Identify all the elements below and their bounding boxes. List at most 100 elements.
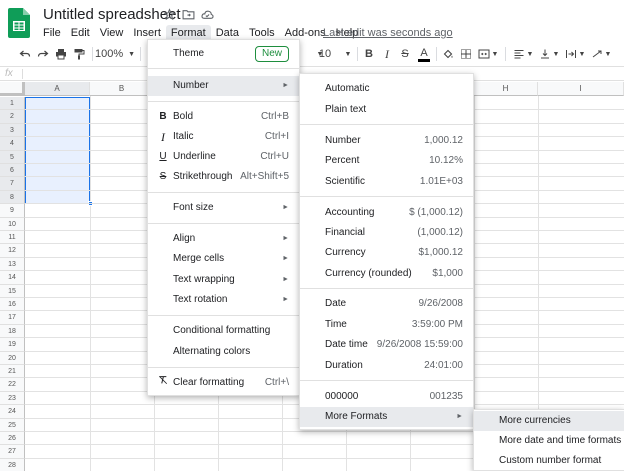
column-header-b[interactable]: B <box>90 82 154 96</box>
sheets-logo-icon[interactable] <box>8 8 30 38</box>
row-header[interactable]: 24 <box>0 405 25 419</box>
menu-item-bold[interactable]: B Bold Ctrl+B <box>148 107 299 127</box>
new-badge: New <box>254 46 289 62</box>
number-format-date-time[interactable]: Date time 9/26/2008 15:59:00 <box>300 335 473 355</box>
menu-item-number[interactable]: Number ► <box>148 76 299 96</box>
menu-item-italic[interactable]: I Italic Ctrl+I <box>148 127 299 147</box>
menu-item-more-formats[interactable]: More Formats ► <box>300 407 473 427</box>
bold-button[interactable]: B <box>363 45 375 63</box>
menu-item-text-wrapping[interactable]: Text wrapping ► <box>148 270 299 290</box>
format-example: 24:01:00 <box>424 360 463 371</box>
menu-item-merge-cells[interactable]: Merge cells ► <box>148 249 299 269</box>
number-format-custom-000000[interactable]: 000000 001235 <box>300 387 473 407</box>
row-header[interactable]: 2 <box>0 110 25 124</box>
print-icon[interactable] <box>54 45 68 63</box>
text-wrap-icon[interactable]: ▼ <box>564 45 586 63</box>
font-size-chevron-icon[interactable]: ▼ <box>344 45 352 63</box>
menu-item-theme[interactable]: Theme New <box>148 44 299 64</box>
move-to-folder-icon[interactable] <box>182 8 195 21</box>
row-header[interactable]: 17 <box>0 311 25 325</box>
row-header[interactable]: 25 <box>0 418 25 432</box>
star-icon[interactable] <box>163 8 176 21</box>
number-format-date[interactable]: Date 9/26/2008 <box>300 294 473 314</box>
number-format-number[interactable]: Number 1,000.12 <box>300 131 473 151</box>
row-header[interactable]: 19 <box>0 338 25 352</box>
redo-icon[interactable] <box>36 45 50 63</box>
menu-item-text-rotation[interactable]: Text rotation ► <box>148 290 299 310</box>
borders-icon[interactable] <box>459 45 473 63</box>
number-format-duration[interactable]: Duration 24:01:00 <box>300 356 473 376</box>
row-header[interactable]: 11 <box>0 231 25 245</box>
fill-color-icon[interactable] <box>441 45 455 63</box>
italic-button[interactable]: I <box>381 45 393 63</box>
number-format-scientific[interactable]: Scientific 1.01E+03 <box>300 172 473 192</box>
number-format-currency-rounded[interactable]: Currency (rounded) $1,000 <box>300 264 473 284</box>
strikethrough-button[interactable]: S <box>399 45 411 63</box>
paint-format-icon[interactable] <box>72 45 86 63</box>
row-header[interactable]: 28 <box>0 458 25 471</box>
undo-icon[interactable] <box>18 45 32 63</box>
menu-item-underline[interactable]: U Underline Ctrl+U <box>148 147 299 167</box>
submenu-arrow-icon: ► <box>282 296 289 303</box>
number-format-plain-text[interactable]: Plain text <box>300 100 473 120</box>
row-header[interactable]: 7 <box>0 177 25 191</box>
row-header[interactable]: 22 <box>0 378 25 392</box>
row-header[interactable]: 12 <box>0 244 25 258</box>
document-title[interactable]: Untitled spreadsheet <box>43 6 181 23</box>
menu-item-more-currencies[interactable]: More currencies <box>474 411 624 431</box>
row-header[interactable]: 1 <box>0 97 25 111</box>
menu-item-conditional-formatting[interactable]: Conditional formatting <box>148 321 299 341</box>
number-format-financial[interactable]: Financial (1,000.12) <box>300 223 473 243</box>
number-format-time[interactable]: Time 3:59:00 PM <box>300 315 473 335</box>
menu-divider <box>300 196 473 197</box>
spreadsheet-app: Untitled spreadsheet File Edit View Inse… <box>0 0 624 471</box>
menu-item-align[interactable]: Align ► <box>148 229 299 249</box>
column-header-h[interactable]: H <box>474 82 538 96</box>
menu-edit[interactable]: Edit <box>66 25 95 42</box>
row-header[interactable]: 3 <box>0 123 25 138</box>
horizontal-align-icon[interactable]: ▼ <box>512 45 534 63</box>
number-format-automatic[interactable]: Automatic <box>300 79 473 99</box>
zoom-select[interactable]: 100% ▼ <box>95 45 135 63</box>
row-header[interactable]: 18 <box>0 324 25 339</box>
column-header-i[interactable]: I <box>538 82 624 96</box>
row-header[interactable]: 20 <box>0 351 25 365</box>
menu-item-strikethrough[interactable]: S Strikethrough Alt+Shift+5 <box>148 167 299 187</box>
row-header[interactable]: 4 <box>0 137 25 151</box>
toolbar-divider <box>505 47 506 61</box>
cloud-status-icon[interactable] <box>201 8 214 21</box>
row-header[interactable]: 9 <box>0 204 25 218</box>
menu-item-label: Financial <box>325 227 366 238</box>
column-header-a[interactable]: A <box>25 82 90 96</box>
font-size-value[interactable]: 10 <box>319 45 331 63</box>
row-header[interactable]: 26 <box>0 432 25 446</box>
merge-cells-icon[interactable]: ▼ <box>477 45 499 63</box>
italic-icon: I <box>161 130 165 144</box>
row-header[interactable]: 14 <box>0 271 25 285</box>
menu-file[interactable]: File <box>38 25 66 42</box>
row-header[interactable]: 15 <box>0 284 25 298</box>
number-format-currency[interactable]: Currency $1,000.12 <box>300 243 473 263</box>
vertical-align-icon[interactable]: ▼ <box>538 45 560 63</box>
row-header[interactable]: 21 <box>0 365 25 379</box>
row-header[interactable]: 16 <box>0 298 25 312</box>
select-all-corner[interactable] <box>0 82 25 96</box>
number-format-accounting[interactable]: Accounting $ (1,000.12) <box>300 203 473 223</box>
row-header[interactable]: 6 <box>0 164 25 178</box>
text-rotation-icon[interactable]: ▼ <box>590 45 612 63</box>
menu-item-font-size[interactable]: Font size ► <box>148 198 299 218</box>
row-header[interactable]: 23 <box>0 391 25 406</box>
row-header[interactable]: 27 <box>0 445 25 459</box>
last-edit-link[interactable]: Last edit was seconds ago <box>323 25 453 42</box>
menu-item-custom-number-format[interactable]: Custom number format <box>474 451 624 471</box>
row-header[interactable]: 8 <box>0 190 25 205</box>
menu-item-clear-formatting[interactable]: Clear formatting Ctrl+\ <box>148 373 299 393</box>
menu-item-alternating-colors[interactable]: Alternating colors <box>148 342 299 362</box>
menu-item-more-date-time-formats[interactable]: More date and time formats <box>474 431 624 451</box>
text-color-button[interactable]: A <box>417 45 431 63</box>
row-header[interactable]: 10 <box>0 217 25 231</box>
number-format-percent[interactable]: Percent 10.12% <box>300 151 473 171</box>
row-header[interactable]: 13 <box>0 257 25 272</box>
row-header[interactable]: 5 <box>0 150 25 164</box>
menu-view[interactable]: View <box>95 25 129 42</box>
